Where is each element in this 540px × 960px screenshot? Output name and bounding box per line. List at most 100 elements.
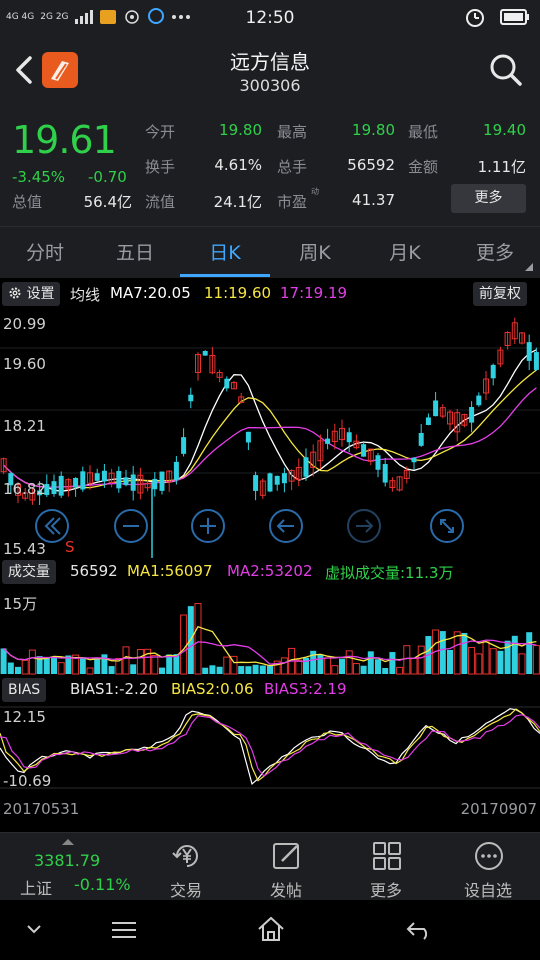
edit-icon xyxy=(273,843,299,869)
bias-y-top: 12.15 xyxy=(3,708,46,726)
zoom-out-button[interactable] xyxy=(114,509,148,543)
candle-body xyxy=(173,461,179,480)
index-value[interactable]: 3381.79 xyxy=(34,851,100,870)
volume-bar xyxy=(532,645,540,675)
adjust-button[interactable]: 前复权 xyxy=(473,282,527,306)
amount-value: 1.11亿 xyxy=(477,158,526,176)
scroll-left-button[interactable] xyxy=(269,509,303,543)
current-price: 19.61 xyxy=(12,118,117,162)
trade-label: 交易 xyxy=(169,881,202,900)
more-fields-button[interactable]: 更多 xyxy=(451,184,526,213)
bias1-value: BIAS1:-2.20 xyxy=(70,680,158,698)
volume-chart: 15万 xyxy=(0,595,540,675)
chevron-down-icon[interactable] xyxy=(26,924,42,936)
volume-bar xyxy=(352,663,360,675)
y-tick-label: 15.43 xyxy=(3,540,46,558)
back-nav-icon[interactable] xyxy=(406,920,434,940)
high-label: 最高 xyxy=(277,123,308,141)
candle-body xyxy=(361,444,367,457)
candle-body xyxy=(116,470,122,489)
volume-bar xyxy=(238,666,245,674)
volume-indicator-button[interactable]: 成交量 xyxy=(2,560,56,584)
bias-indicator-button[interactable]: BIAS xyxy=(2,678,47,702)
volume-bar xyxy=(324,657,332,675)
settings-label: 设置 xyxy=(26,286,55,302)
date-axis: 20170531 20170907 xyxy=(0,798,540,822)
tab-more-dropdown-icon xyxy=(525,263,533,271)
volume-bar xyxy=(28,649,36,675)
candle-body xyxy=(80,471,86,490)
volume-bar xyxy=(7,662,14,674)
volume-bar xyxy=(497,650,504,674)
stock-header: 远方信息 300306 xyxy=(0,36,540,108)
ma-label: 均线 xyxy=(70,286,101,304)
candle-body xyxy=(152,478,158,490)
volume-bar xyxy=(303,657,309,674)
candle-body xyxy=(130,474,136,491)
volume-bar xyxy=(252,664,259,674)
tab-five-day[interactable]: 五日 xyxy=(90,227,180,279)
fast-rewind-button[interactable] xyxy=(35,509,69,543)
end-date: 20170907 xyxy=(460,800,537,818)
change-amount: -0.70 xyxy=(88,168,127,186)
ma7-value: MA7:20.05 xyxy=(110,284,191,302)
volume-label: 总手 xyxy=(277,158,308,176)
candle-body xyxy=(375,455,381,470)
volume-bar xyxy=(202,667,209,674)
battery-icon xyxy=(500,9,529,25)
volume-legend-bar: 成交量 56592 MA1:56097 MA2:53202 虚拟成交量:11.3… xyxy=(0,558,540,586)
volume-bar xyxy=(245,666,252,674)
volume-bar xyxy=(223,656,231,675)
tab-daily-k[interactable]: 日K xyxy=(180,227,270,279)
alarm-icon xyxy=(466,9,484,27)
stock-code: 300306 xyxy=(239,76,301,95)
volume-bar xyxy=(439,631,446,674)
y-tick-label: 20.99 xyxy=(3,315,46,333)
volume-bar xyxy=(295,659,303,675)
add-watchlist-button[interactable]: 设自选 xyxy=(438,833,538,901)
scroll-right-button[interactable] xyxy=(347,509,381,543)
candle-body xyxy=(469,407,475,423)
candle-body xyxy=(94,473,100,481)
expand-up-icon[interactable] xyxy=(62,837,74,845)
kline-chart[interactable]: 20.99 19.60 18.21 16.82 15.43 S xyxy=(0,308,540,558)
volume-bar xyxy=(130,664,137,674)
volume-bar xyxy=(468,646,476,675)
volume-bar xyxy=(518,653,526,675)
index-name[interactable]: 上证 xyxy=(20,875,52,899)
tab-monthly-k[interactable]: 月K xyxy=(360,227,450,279)
settings-button[interactable]: 设置 xyxy=(2,282,61,306)
volume-bar xyxy=(453,631,461,675)
post-button[interactable]: 发帖 xyxy=(236,833,336,901)
bias-legend-bar: BIAS BIAS1:-2.20 BIAS2:0.06 BIAS3:2.19 xyxy=(0,676,540,704)
volume-value: 56592 xyxy=(70,562,118,580)
candle-body xyxy=(533,352,539,370)
period-tabs: 分时 五日 日K 周K 月K 更多 xyxy=(0,226,540,278)
trade-button[interactable]: 交易 xyxy=(136,833,236,901)
volume-bar xyxy=(367,651,374,674)
tab-more[interactable]: 更多 xyxy=(450,227,540,279)
ma11-value: 11:19.60 xyxy=(204,284,272,302)
pe-label: 市盈 xyxy=(277,193,308,211)
search-icon[interactable] xyxy=(488,52,524,88)
volume-bar xyxy=(447,649,453,674)
fullscreen-button[interactable] xyxy=(430,509,464,543)
float-value: 24.1亿 xyxy=(213,193,262,211)
volume-bar xyxy=(360,665,367,674)
ma-line xyxy=(3,369,537,489)
ellipsis-icon xyxy=(475,842,503,870)
volume-bar xyxy=(259,665,266,674)
post-label: 发帖 xyxy=(269,881,302,900)
tab-intraday[interactable]: 分时 xyxy=(0,227,90,279)
pe-value: 41.37 xyxy=(352,191,395,209)
zoom-in-button[interactable] xyxy=(191,509,225,543)
clock: 12:50 xyxy=(245,8,295,28)
tab-weekly-k[interactable]: 周K xyxy=(270,227,360,279)
index-change[interactable]: -0.11% xyxy=(74,875,131,894)
more-button[interactable]: 更多 xyxy=(336,833,436,901)
home-icon[interactable] xyxy=(257,916,285,942)
menu-icon[interactable] xyxy=(112,920,136,940)
bias-line xyxy=(0,714,540,777)
bias-chart: 12.15 -10.69 xyxy=(0,706,540,790)
volume-bar xyxy=(489,648,497,675)
